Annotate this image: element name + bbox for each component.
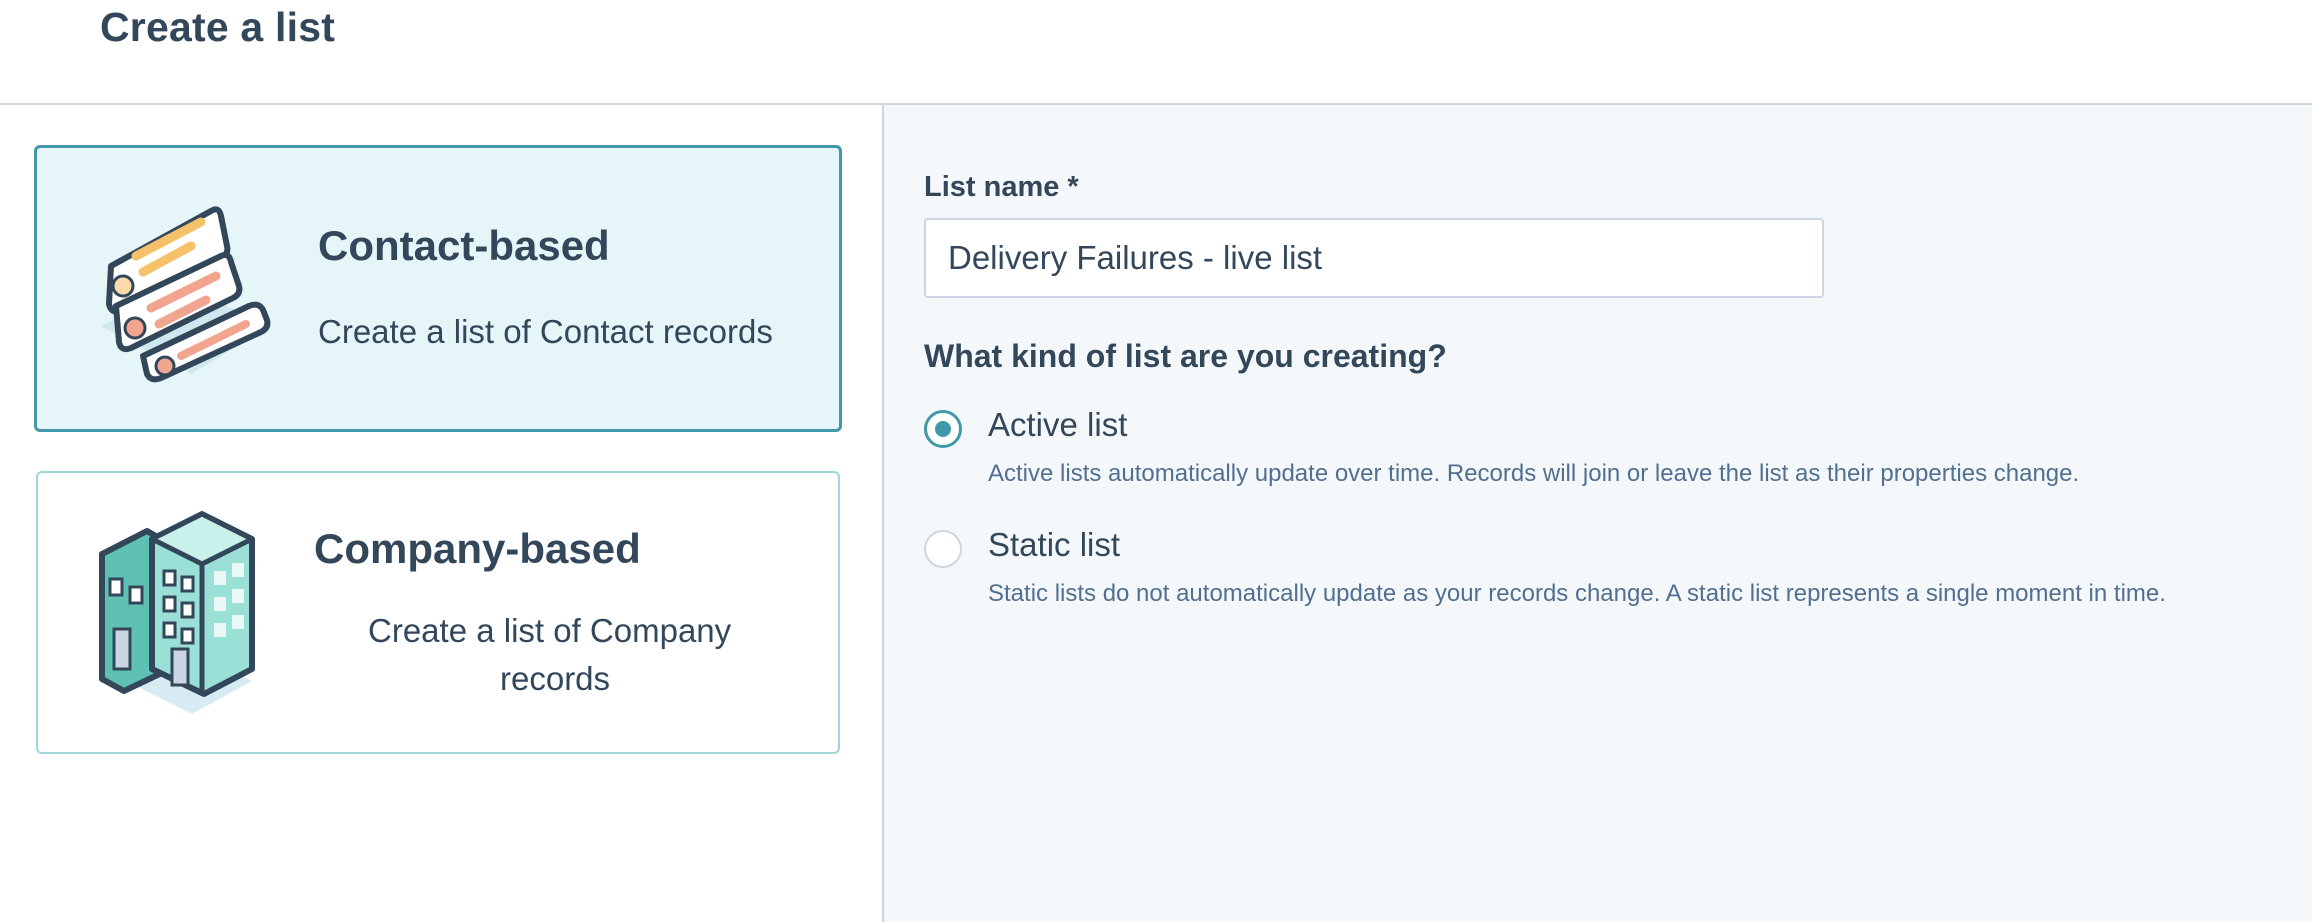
static-list-radio[interactable]	[924, 530, 962, 568]
active-list-radio[interactable]	[924, 410, 962, 448]
contact-based-card[interactable]: Contact-based Create a list of Contact r…	[34, 145, 842, 432]
card-title: Contact-based	[318, 222, 610, 269]
list-name-label: List name *	[924, 171, 1079, 203]
list-settings-panel: List name * What kind of list are you cr…	[884, 105, 2312, 922]
card-description-line2: records	[500, 660, 611, 697]
list-name-input[interactable]	[924, 218, 1824, 298]
radio-label: Static list	[988, 526, 1121, 563]
radio-help-text: Static lists do not automatically update…	[988, 580, 2166, 607]
card-description: Create a list of Contact records	[318, 313, 773, 350]
radio-label: Active list	[988, 406, 1128, 443]
page-header: Create a list	[0, 0, 2312, 105]
radio-help-text: Active lists automatically update over t…	[988, 460, 2080, 487]
page-title: Create a list	[100, 4, 336, 50]
company-building-icon	[99, 511, 255, 714]
contact-cards-icon	[101, 206, 271, 383]
company-based-card[interactable]: Company-based Create a list of Company r…	[36, 471, 840, 754]
object-type-panel: Contact-based Create a list of Contact r…	[0, 105, 882, 922]
card-title: Company-based	[314, 525, 641, 572]
card-description-line1: Create a list of Company	[368, 612, 732, 649]
list-kind-question: What kind of list are you creating?	[924, 338, 1447, 374]
